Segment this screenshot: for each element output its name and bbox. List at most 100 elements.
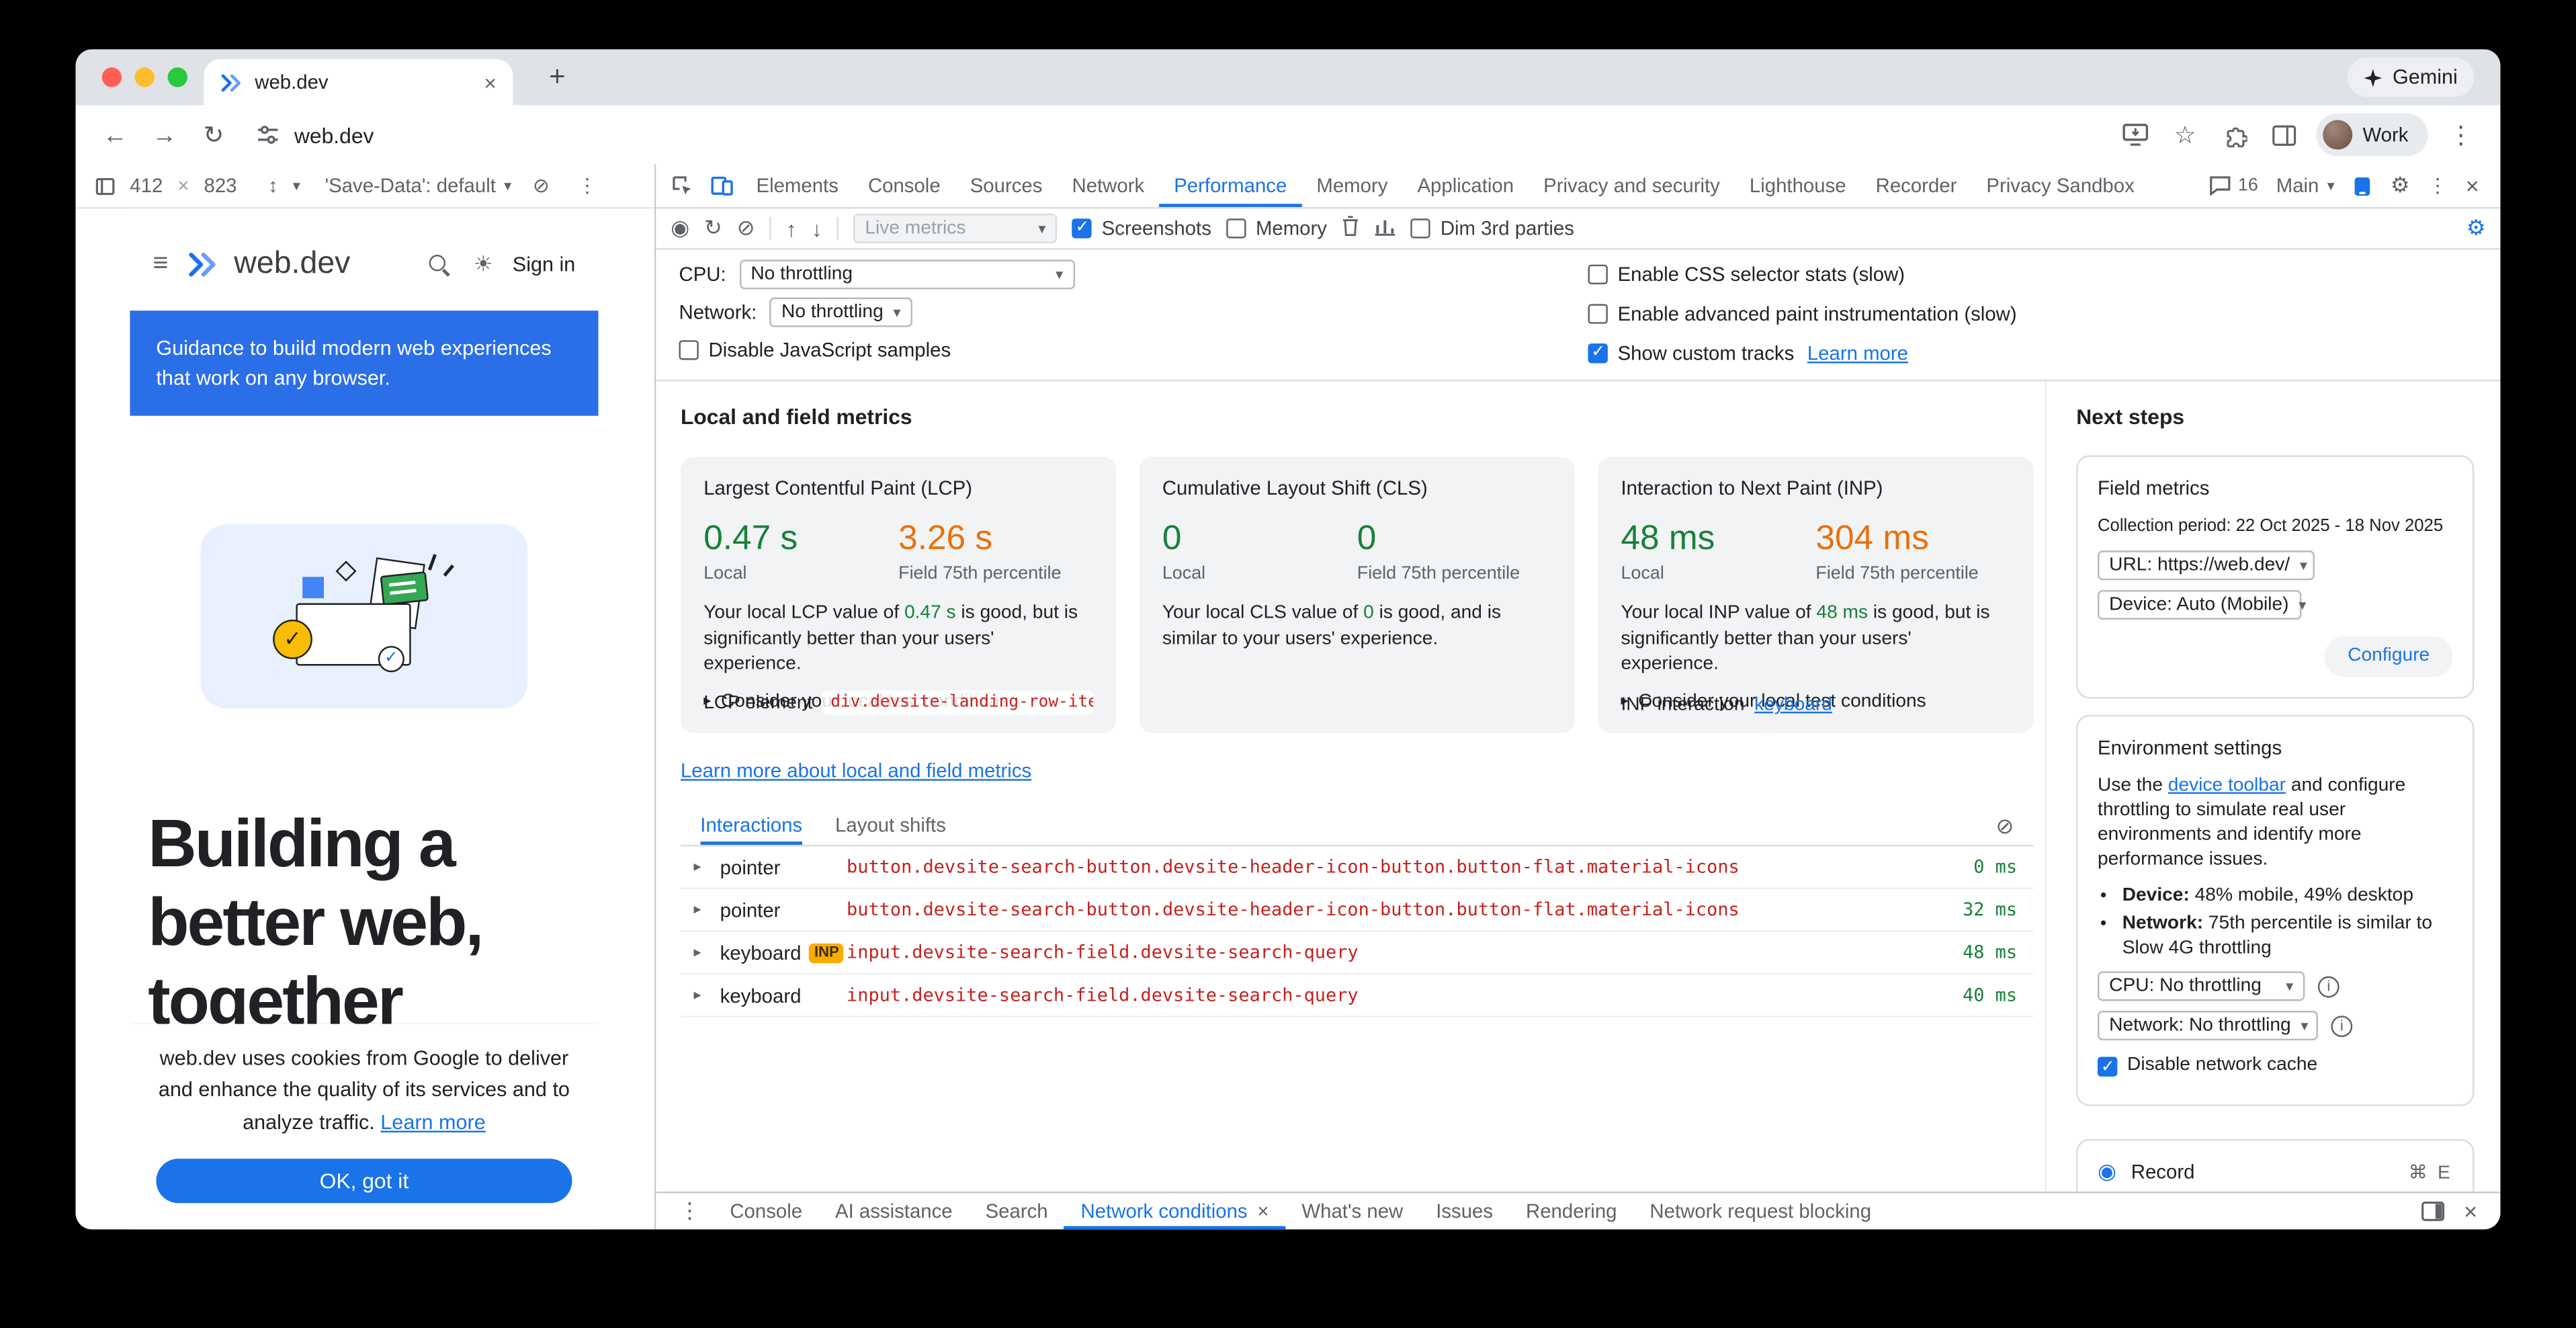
interaction-target-link[interactable]: input.devsite-search-field.devsite-searc…	[847, 942, 1943, 963]
drawer-tab-whats-new[interactable]: What's new	[1285, 1193, 1420, 1229]
clear-icon[interactable]: ⊘	[737, 215, 755, 241]
tab-privacy-sandbox[interactable]: Privacy Sandbox	[1971, 165, 2149, 208]
css-selector-stats-checkbox[interactable]: Enable CSS selector stats (slow)	[1588, 263, 1905, 286]
extensions-icon[interactable]	[2211, 112, 2258, 157]
device-toolbar-toggle-icon[interactable]	[702, 165, 742, 208]
devtools-settings-icon[interactable]: ⚙	[2391, 173, 2410, 199]
network-throttling-select[interactable]: No throttling ▾	[770, 298, 912, 327]
window-minimize-button[interactable]	[135, 67, 155, 87]
browser-menu-icon[interactable]: ⋮	[2438, 112, 2484, 157]
memory-checkbox[interactable]: Memory	[1226, 217, 1327, 240]
tab-application[interactable]: Application	[1402, 165, 1529, 208]
dock-side-icon[interactable]	[2421, 1202, 2444, 1221]
tab-privacy-and-security[interactable]: Privacy and security	[1529, 165, 1735, 208]
zoom-caret-icon[interactable]: ▾	[293, 177, 300, 195]
tab-recorder[interactable]: Recorder	[1861, 165, 1972, 208]
env-network-select[interactable]: Network: No throttling ▾	[2098, 1011, 2318, 1040]
lcp-element-link[interactable]: div.devsite-landing-row-item-d…	[822, 690, 1093, 715]
bookmark-star-icon[interactable]: ☆	[2162, 112, 2208, 157]
device-width-field[interactable]: 412	[130, 174, 163, 197]
search-icon[interactable]	[429, 254, 451, 276]
save-profile-icon[interactable]: ↓	[812, 216, 822, 241]
paint-instrumentation-checkbox[interactable]: Enable advanced paint instrumentation (s…	[1588, 302, 2017, 325]
hamburger-menu-icon[interactable]: ≡	[153, 250, 169, 280]
stats-icon[interactable]	[1375, 216, 1396, 241]
tab-interactions[interactable]: Interactions	[700, 805, 802, 845]
site-logo-text[interactable]: web.dev	[234, 247, 416, 283]
interaction-row[interactable]: ▸ pointer button.devsite-search-button.d…	[681, 846, 2034, 889]
drawer-close-icon[interactable]: ×	[2464, 1198, 2477, 1225]
drawer-tab-issues[interactable]: Issues	[1420, 1193, 1510, 1229]
tab-layout-shifts[interactable]: Layout shifts	[835, 805, 946, 845]
issues-counter[interactable]: 16	[2210, 176, 2258, 196]
tab-network[interactable]: Network	[1057, 165, 1159, 208]
tab-performance[interactable]: Performance	[1159, 165, 1301, 208]
env-cpu-select[interactable]: CPU: No throttling ▾	[2098, 971, 2305, 1001]
window-zoom-button[interactable]	[168, 67, 187, 87]
close-drawer-tab-icon[interactable]: ×	[1257, 1200, 1269, 1222]
install-icon[interactable]	[2113, 112, 2159, 157]
device-toolbar-link[interactable]: device toolbar	[2168, 776, 2286, 795]
record-and-reload-icon[interactable]: ↻	[704, 215, 722, 241]
record-icon[interactable]: ◉	[671, 215, 689, 241]
device-preset-icon[interactable]	[95, 177, 115, 195]
drawer-tab-network-request-blocking[interactable]: Network request blocking	[1633, 1193, 1888, 1229]
reload-button[interactable]: ↻	[191, 112, 237, 157]
gemini-button[interactable]: Gemini	[2348, 58, 2474, 97]
drawer-tab-ai-assistance[interactable]: AI assistance	[819, 1193, 970, 1229]
window-close-button[interactable]	[102, 67, 122, 87]
tab-elements[interactable]: Elements	[741, 165, 853, 208]
drawer-tab-network-conditions[interactable]: Network conditions ×	[1064, 1193, 1285, 1229]
interaction-row[interactable]: ▸ keyboardINP input.devsite-search-field…	[681, 932, 2034, 975]
device-mode-indicator-icon[interactable]	[2353, 175, 2372, 196]
disable-js-samples-checkbox[interactable]: Disable JavaScript samples	[679, 339, 951, 362]
custom-tracks-learn-more-link[interactable]: Learn more	[1807, 342, 1908, 365]
address-bar[interactable]: web.dev	[240, 112, 2109, 157]
screenshots-checkbox[interactable]: Screenshots	[1072, 217, 1211, 240]
row-disclosure-icon[interactable]: ▸	[694, 901, 720, 919]
field-device-select[interactable]: Device: Auto (Mobile) ▾	[2098, 590, 2301, 620]
cookie-learn-more-link[interactable]: Learn more	[380, 1110, 485, 1133]
throttle-icon[interactable]: ⊘	[533, 174, 550, 197]
browser-tab[interactable]: web.dev ×	[204, 59, 513, 105]
record-button[interactable]: ◉ Record ⌘ E	[2076, 1138, 2474, 1192]
load-profile-icon[interactable]: ↑	[786, 216, 797, 241]
theme-toggle-icon[interactable]: ☀	[474, 251, 493, 278]
sign-in-link[interactable]: Sign in	[513, 253, 576, 276]
save-data-select[interactable]: 'Save-Data': default ▾	[325, 174, 511, 197]
row-disclosure-icon[interactable]: ▸	[694, 858, 720, 876]
info-icon[interactable]: i	[2331, 1015, 2352, 1036]
side-panel-icon[interactable]	[2261, 112, 2307, 157]
cpu-throttling-select[interactable]: No throttling ▾	[739, 259, 1074, 289]
tab-lighthouse[interactable]: Lighthouse	[1735, 165, 1861, 208]
js-context-select[interactable]: Main ▾	[2276, 174, 2335, 197]
zoom-icon[interactable]: ↕	[268, 174, 278, 197]
devtools-menu-icon[interactable]: ⋮	[2428, 174, 2447, 197]
interaction-target-link[interactable]: button.devsite-search-button.devsite-hea…	[847, 856, 1954, 878]
back-button[interactable]: ←	[92, 112, 138, 157]
disable-network-cache-checkbox[interactable]: Disable network cache	[2098, 1054, 2317, 1079]
capture-settings-icon[interactable]: ⚙	[2466, 215, 2486, 241]
inspect-icon[interactable]	[662, 165, 702, 208]
interaction-row[interactable]: ▸ keyboard input.devsite-search-field.de…	[681, 974, 2034, 1018]
configure-button[interactable]: Configure	[2325, 636, 2453, 677]
drawer-tab-console[interactable]: Console	[714, 1193, 819, 1229]
drawer-tab-rendering[interactable]: Rendering	[1510, 1193, 1633, 1229]
tab-memory[interactable]: Memory	[1301, 165, 1402, 208]
interaction-row[interactable]: ▸ pointer button.devsite-search-button.d…	[681, 889, 2034, 932]
row-disclosure-icon[interactable]: ▸	[694, 944, 720, 962]
drawer-menu-icon[interactable]: ⋮	[666, 1198, 714, 1225]
device-height-field[interactable]: 823	[204, 174, 237, 197]
cookie-ok-button[interactable]: OK, got it	[156, 1159, 572, 1203]
device-more-icon[interactable]: ⋮	[577, 174, 597, 197]
forward-button[interactable]: →	[141, 112, 187, 157]
profile-button[interactable]: Work	[2317, 114, 2428, 157]
field-url-select[interactable]: URL: https://web.dev/ ▾	[2098, 550, 2315, 580]
clear-log-icon[interactable]: ⊘	[1996, 814, 2014, 840]
tab-close-icon[interactable]: ×	[484, 70, 497, 95]
tab-sources[interactable]: Sources	[955, 165, 1058, 208]
row-disclosure-icon[interactable]: ▸	[694, 986, 720, 1004]
interaction-target-link[interactable]: input.devsite-search-field.devsite-searc…	[847, 985, 1943, 1006]
dim-3rd-parties-checkbox[interactable]: Dim 3rd parties	[1411, 217, 1574, 240]
collect-garbage-icon[interactable]	[1342, 215, 1360, 241]
